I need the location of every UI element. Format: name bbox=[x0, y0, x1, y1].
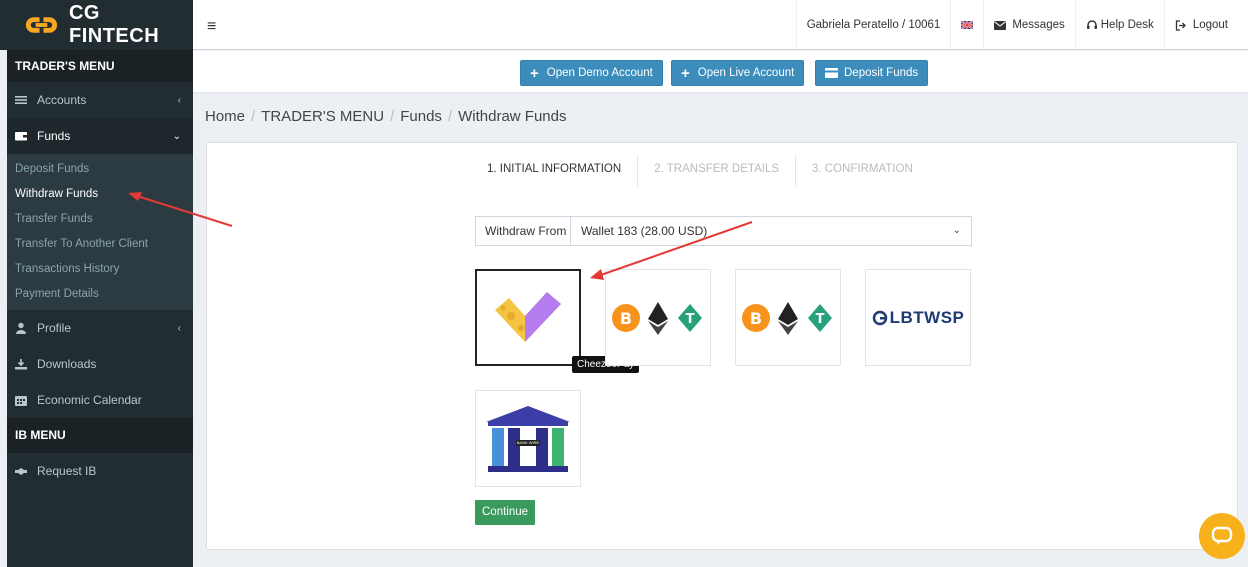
bank-building-icon: BANK WIRE bbox=[482, 404, 574, 474]
messages-link[interactable]: Messages bbox=[983, 0, 1074, 50]
submenu-transfer-funds[interactable]: Transfer Funds bbox=[7, 207, 193, 232]
continue-button[interactable]: Continue bbox=[475, 500, 536, 525]
submenu-transfer-to-another-client[interactable]: Transfer To Another Client bbox=[7, 232, 193, 257]
wizard-steps: 1. INITIAL INFORMATION 2. TRANSFER DETAI… bbox=[471, 155, 929, 187]
svg-text:B: B bbox=[750, 309, 762, 328]
submenu-transactions-history[interactable]: Transactions History bbox=[7, 257, 193, 282]
crypto-logos-icon: B T bbox=[612, 301, 702, 335]
deposit-funds-button[interactable]: Deposit Funds bbox=[815, 60, 929, 86]
uk-flag-icon bbox=[961, 21, 974, 29]
breadcrumb-separator: / bbox=[447, 108, 453, 125]
method-crypto-1[interactable]: B T bbox=[605, 269, 711, 366]
breadcrumb-withdraw-funds: Withdraw Funds bbox=[458, 108, 567, 125]
plus-icon: + bbox=[681, 64, 690, 82]
submenu-payment-details[interactable]: Payment Details bbox=[7, 282, 193, 307]
deposit-funds-label: Deposit Funds bbox=[844, 67, 919, 79]
credit-card-icon bbox=[825, 68, 838, 78]
brand-logo[interactable]: CG FINTECH bbox=[0, 0, 193, 50]
lbtwsp-label: LBTWSP bbox=[889, 307, 965, 327]
bank-wire-label: BANK WIRE bbox=[516, 439, 540, 445]
funds-submenu: Deposit Funds Withdraw Funds Transfer Fu… bbox=[7, 154, 193, 310]
headset-icon bbox=[1086, 20, 1097, 29]
user-name: Gabriela Peratello / 10061 bbox=[806, 19, 941, 31]
sidebar-item-downloads[interactable]: Downloads bbox=[7, 346, 193, 382]
traders-menu-header: TRADER'S MENU bbox=[7, 50, 193, 82]
submenu-withdraw-funds[interactable]: Withdraw Funds bbox=[7, 182, 193, 207]
chevron-down-icon: ⌄ bbox=[952, 225, 961, 236]
breadcrumb-funds[interactable]: Funds bbox=[400, 108, 442, 125]
method-crypto-2[interactable]: B T bbox=[735, 269, 841, 366]
calendar-icon bbox=[15, 396, 27, 406]
wallet-icon bbox=[15, 132, 27, 141]
sidebar-item-profile[interactable]: Profile ‹ bbox=[7, 310, 193, 346]
plus-icon: + bbox=[530, 64, 539, 82]
breadcrumb-traders-menu[interactable]: TRADER'S MENU bbox=[261, 108, 384, 125]
withdraw-from-group: Withdraw From Wallet 183 (28.00 USD) ⌄ bbox=[475, 216, 972, 246]
chevron-left-icon: ‹ bbox=[177, 94, 181, 106]
sidebar-item-request-ib[interactable]: Request IB bbox=[7, 453, 193, 489]
top-navbar: ≡ Gabriela Peratello / 10061 Messages He… bbox=[193, 0, 1248, 50]
sidebar-item-label: Economic Calendar bbox=[37, 393, 142, 407]
sidebar-item-label: Downloads bbox=[37, 357, 97, 371]
breadcrumb-separator: / bbox=[251, 108, 256, 125]
withdraw-from-value: Wallet 183 (28.00 USD) bbox=[581, 224, 708, 238]
sidebar-item-funds[interactable]: Funds ⌄ bbox=[7, 118, 193, 154]
logout-label: Logout bbox=[1192, 19, 1228, 31]
method-lbtwsp[interactable]: LBTWSP bbox=[865, 269, 971, 366]
sidebar-item-label: Funds bbox=[37, 129, 71, 143]
help-desk-label: Help Desk bbox=[1100, 19, 1154, 31]
chevron-down-icon: ⌄ bbox=[172, 130, 181, 142]
sidebar-item-accounts[interactable]: Accounts ‹ bbox=[7, 82, 193, 118]
breadcrumb-separator: / bbox=[390, 108, 395, 125]
open-live-account-button[interactable]: + Open Live Account bbox=[671, 60, 805, 86]
breadcrumb: Home / TRADER'S MENU / Funds / Withdraw Funds bbox=[205, 108, 566, 125]
open-demo-account-button[interactable]: + Open Demo Account bbox=[520, 60, 663, 86]
svg-text:T: T bbox=[686, 312, 695, 327]
step-transfer-details: 2. TRANSFER DETAILS bbox=[638, 155, 797, 187]
submenu-deposit-funds[interactable]: Deposit Funds bbox=[7, 157, 193, 182]
envelope-icon bbox=[994, 20, 1007, 30]
cg-logo-icon bbox=[25, 17, 58, 33]
logout-link[interactable]: Logout bbox=[1163, 0, 1248, 50]
open-live-account-label: Open Live Account bbox=[697, 67, 795, 79]
user-menu[interactable]: Gabriela Peratello / 10061 bbox=[795, 0, 951, 50]
list-icon bbox=[15, 96, 27, 104]
sidebar-item-label: Profile bbox=[37, 321, 72, 335]
cheezeepay-logo-icon bbox=[495, 291, 561, 342]
withdraw-from-label: Withdraw From bbox=[476, 217, 571, 245]
download-icon bbox=[15, 359, 27, 370]
sidebar-item-economic-calendar[interactable]: Economic Calendar bbox=[7, 382, 193, 418]
user-icon bbox=[16, 322, 26, 334]
step-confirmation: 3. CONFIRMATION bbox=[812, 163, 913, 175]
ib-menu-header: IB MENU bbox=[7, 418, 193, 453]
chat-icon bbox=[1211, 526, 1233, 545]
lbtwsp-logo-icon bbox=[872, 310, 887, 325]
hamburger-icon[interactable]: ≡ bbox=[207, 18, 216, 36]
svg-text:B: B bbox=[620, 309, 632, 328]
svg-text:T: T bbox=[816, 312, 825, 327]
withdraw-panel: 1. INITIAL INFORMATION 2. TRANSFER DETAI… bbox=[206, 142, 1238, 550]
method-cheezeepay[interactable] bbox=[475, 269, 581, 366]
chevron-left-icon: ‹ bbox=[177, 322, 181, 334]
method-bank-wire[interactable]: BANK WIRE bbox=[475, 390, 581, 487]
sign-out-icon bbox=[1175, 19, 1186, 31]
open-demo-account-label: Open Demo Account bbox=[546, 67, 653, 79]
sidebar-item-label: Accounts bbox=[37, 93, 87, 107]
breadcrumb-home[interactable]: Home bbox=[205, 108, 245, 125]
quick-actions-bar: + Open Demo Account + Open Live Account … bbox=[193, 51, 1248, 93]
help-desk-link[interactable]: Help Desk bbox=[1074, 0, 1164, 50]
language-selector[interactable] bbox=[950, 0, 983, 50]
sidebar-item-label: Request IB bbox=[37, 464, 97, 478]
handshake-icon bbox=[15, 468, 27, 475]
crypto-logos-icon: B T bbox=[742, 301, 832, 335]
step-initial-information: 1. INITIAL INFORMATION bbox=[471, 155, 639, 187]
messages-label: Messages bbox=[1012, 19, 1065, 31]
sidebar: TRADER'S MENU Accounts ‹ Funds ⌄ Deposit… bbox=[7, 50, 193, 567]
chat-widget-button[interactable] bbox=[1199, 513, 1245, 559]
withdraw-from-select[interactable]: Wallet 183 (28.00 USD) ⌄ bbox=[571, 217, 971, 245]
brand-name: CG FINTECH bbox=[68, 2, 160, 47]
